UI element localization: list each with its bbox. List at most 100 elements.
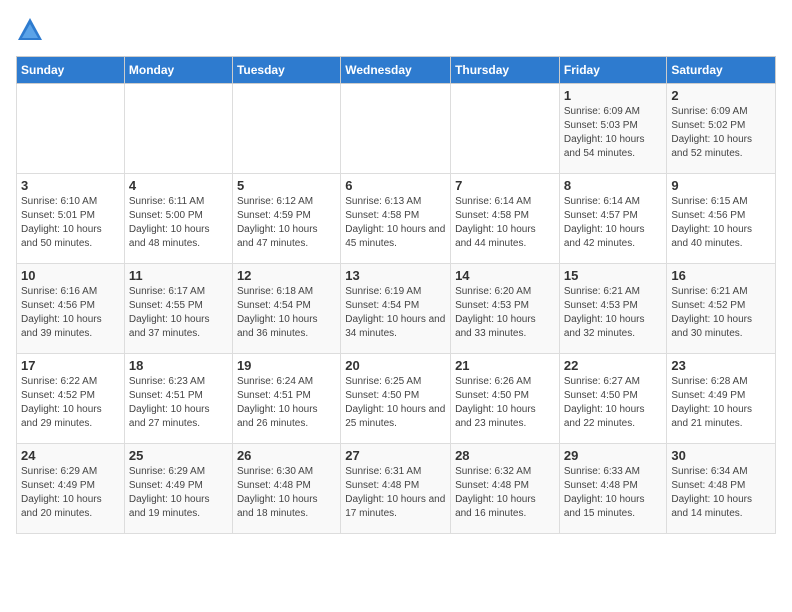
calendar-cell: 23 Sunrise: 6:28 AMSunset: 4:49 PMDayligh… xyxy=(667,354,776,444)
calendar-week-5: 24 Sunrise: 6:29 AMSunset: 4:49 PMDayligh… xyxy=(17,444,776,534)
col-header-friday: Friday xyxy=(559,57,667,84)
day-info: Sunrise: 6:31 AMSunset: 4:48 PMDaylight:… xyxy=(345,465,446,521)
day-number: 1 xyxy=(564,88,663,103)
day-info: Sunrise: 6:10 AMSunset: 5:01 PMDaylight:… xyxy=(21,195,120,251)
calendar-cell: 20 Sunrise: 6:25 AMSunset: 4:50 PMDayligh… xyxy=(341,354,451,444)
col-header-wednesday: Wednesday xyxy=(341,57,451,84)
day-number: 5 xyxy=(237,178,336,193)
day-info: Sunrise: 6:21 AMSunset: 4:52 PMDaylight:… xyxy=(671,285,771,341)
day-number: 14 xyxy=(455,268,555,283)
calendar-cell: 11 Sunrise: 6:17 AMSunset: 4:55 PMDayligh… xyxy=(124,264,232,354)
day-info: Sunrise: 6:26 AMSunset: 4:50 PMDaylight:… xyxy=(455,375,555,431)
day-info: Sunrise: 6:15 AMSunset: 4:56 PMDaylight:… xyxy=(671,195,771,251)
day-info: Sunrise: 6:29 AMSunset: 4:49 PMDaylight:… xyxy=(21,465,120,521)
day-info: Sunrise: 6:11 AMSunset: 5:00 PMDaylight:… xyxy=(129,195,228,251)
day-number: 13 xyxy=(345,268,446,283)
day-number: 9 xyxy=(671,178,771,193)
day-info: Sunrise: 6:28 AMSunset: 4:49 PMDaylight:… xyxy=(671,375,771,431)
calendar-cell: 17Sunrise: 6:22 AMSunset: 4:52 PMDayligh… xyxy=(17,354,125,444)
calendar-cell: 30Sunrise: 6:34 AMSunset: 4:48 PMDayligh… xyxy=(667,444,776,534)
day-info: Sunrise: 6:19 AMSunset: 4:54 PMDaylight:… xyxy=(345,285,446,341)
col-header-sunday: Sunday xyxy=(17,57,125,84)
day-number: 8 xyxy=(564,178,663,193)
day-info: Sunrise: 6:24 AMSunset: 4:51 PMDaylight:… xyxy=(237,375,336,431)
day-info: Sunrise: 6:22 AMSunset: 4:52 PMDaylight:… xyxy=(21,375,120,431)
calendar-cell: 8 Sunrise: 6:14 AMSunset: 4:57 PMDaylight… xyxy=(559,174,667,264)
calendar-week-1: 1 Sunrise: 6:09 AMSunset: 5:03 PMDaylight… xyxy=(17,84,776,174)
day-info: Sunrise: 6:29 AMSunset: 4:49 PMDaylight:… xyxy=(129,465,228,521)
day-info: Sunrise: 6:32 AMSunset: 4:48 PMDaylight:… xyxy=(455,465,555,521)
day-info: Sunrise: 6:23 AMSunset: 4:51 PMDaylight:… xyxy=(129,375,228,431)
day-number: 3 xyxy=(21,178,120,193)
day-number: 28 xyxy=(455,448,555,463)
calendar-cell: 18Sunrise: 6:23 AMSunset: 4:51 PMDayligh… xyxy=(124,354,232,444)
col-header-tuesday: Tuesday xyxy=(232,57,340,84)
day-info: Sunrise: 6:25 AMSunset: 4:50 PMDaylight:… xyxy=(345,375,446,431)
day-info: Sunrise: 6:09 AMSunset: 5:03 PMDaylight:… xyxy=(564,105,663,161)
calendar-cell: 15Sunrise: 6:21 AMSunset: 4:53 PMDayligh… xyxy=(559,264,667,354)
calendar-cell: 26 Sunrise: 6:30 AMSunset: 4:48 PMDayligh… xyxy=(232,444,340,534)
day-info: Sunrise: 6:20 AMSunset: 4:53 PMDaylight:… xyxy=(455,285,555,341)
day-number: 12 xyxy=(237,268,336,283)
day-number: 16 xyxy=(671,268,771,283)
calendar-cell: 19 Sunrise: 6:24 AMSunset: 4:51 PMDayligh… xyxy=(232,354,340,444)
calendar-cell: 28 Sunrise: 6:32 AMSunset: 4:48 PMDayligh… xyxy=(451,444,560,534)
day-number: 11 xyxy=(129,268,228,283)
calendar-cell: 27 Sunrise: 6:31 AMSunset: 4:48 PMDayligh… xyxy=(341,444,451,534)
day-number: 10 xyxy=(21,268,120,283)
calendar-cell: 2 Sunrise: 6:09 AMSunset: 5:02 PMDaylight… xyxy=(667,84,776,174)
col-header-monday: Monday xyxy=(124,57,232,84)
day-number: 7 xyxy=(455,178,555,193)
calendar-week-3: 10 Sunrise: 6:16 AMSunset: 4:56 PMDayligh… xyxy=(17,264,776,354)
calendar-cell: 10 Sunrise: 6:16 AMSunset: 4:56 PMDayligh… xyxy=(17,264,125,354)
day-number: 26 xyxy=(237,448,336,463)
day-number: 29 xyxy=(564,448,663,463)
day-number: 23 xyxy=(671,358,771,373)
day-number: 19 xyxy=(237,358,336,373)
day-info: Sunrise: 6:30 AMSunset: 4:48 PMDaylight:… xyxy=(237,465,336,521)
day-number: 2 xyxy=(671,88,771,103)
logo-icon xyxy=(16,16,44,44)
calendar-cell xyxy=(17,84,125,174)
col-header-thursday: Thursday xyxy=(451,57,560,84)
calendar-cell: 1 Sunrise: 6:09 AMSunset: 5:03 PMDaylight… xyxy=(559,84,667,174)
day-info: Sunrise: 6:12 AMSunset: 4:59 PMDaylight:… xyxy=(237,195,336,251)
day-number: 6 xyxy=(345,178,446,193)
day-number: 27 xyxy=(345,448,446,463)
calendar-cell: 29 Sunrise: 6:33 AMSunset: 4:48 PMDayligh… xyxy=(559,444,667,534)
calendar-table: SundayMondayTuesdayWednesdayThursdayFrid… xyxy=(16,56,776,534)
calendar-cell xyxy=(124,84,232,174)
day-number: 24 xyxy=(21,448,120,463)
day-number: 15 xyxy=(564,268,663,283)
day-info: Sunrise: 6:18 AMSunset: 4:54 PMDaylight:… xyxy=(237,285,336,341)
day-info: Sunrise: 6:17 AMSunset: 4:55 PMDaylight:… xyxy=(129,285,228,341)
calendar-cell: 21 Sunrise: 6:26 AMSunset: 4:50 PMDayligh… xyxy=(451,354,560,444)
col-header-saturday: Saturday xyxy=(667,57,776,84)
calendar-cell: 14 Sunrise: 6:20 AMSunset: 4:53 PMDayligh… xyxy=(451,264,560,354)
calendar-cell: 22Sunrise: 6:27 AMSunset: 4:50 PMDayligh… xyxy=(559,354,667,444)
calendar-cell: 12 Sunrise: 6:18 AMSunset: 4:54 PMDayligh… xyxy=(232,264,340,354)
day-number: 21 xyxy=(455,358,555,373)
day-info: Sunrise: 6:14 AMSunset: 4:57 PMDaylight:… xyxy=(564,195,663,251)
header-row: SundayMondayTuesdayWednesdayThursdayFrid… xyxy=(17,57,776,84)
calendar-cell: 9 Sunrise: 6:15 AMSunset: 4:56 PMDaylight… xyxy=(667,174,776,264)
day-info: Sunrise: 6:14 AMSunset: 4:58 PMDaylight:… xyxy=(455,195,555,251)
calendar-week-4: 17Sunrise: 6:22 AMSunset: 4:52 PMDayligh… xyxy=(17,354,776,444)
day-info: Sunrise: 6:16 AMSunset: 4:56 PMDaylight:… xyxy=(21,285,120,341)
calendar-cell: 6Sunrise: 6:13 AMSunset: 4:58 PMDaylight… xyxy=(341,174,451,264)
calendar-cell xyxy=(451,84,560,174)
day-info: Sunrise: 6:09 AMSunset: 5:02 PMDaylight:… xyxy=(671,105,771,161)
day-number: 20 xyxy=(345,358,446,373)
calendar-cell xyxy=(232,84,340,174)
calendar-cell: 3 Sunrise: 6:10 AMSunset: 5:01 PMDaylight… xyxy=(17,174,125,264)
day-info: Sunrise: 6:33 AMSunset: 4:48 PMDaylight:… xyxy=(564,465,663,521)
calendar-cell: 7 Sunrise: 6:14 AMSunset: 4:58 PMDaylight… xyxy=(451,174,560,264)
calendar-cell: 16 Sunrise: 6:21 AMSunset: 4:52 PMDayligh… xyxy=(667,264,776,354)
calendar-cell: 25Sunrise: 6:29 AMSunset: 4:49 PMDayligh… xyxy=(124,444,232,534)
day-number: 22 xyxy=(564,358,663,373)
calendar-cell: 4Sunrise: 6:11 AMSunset: 5:00 PMDaylight… xyxy=(124,174,232,264)
calendar-week-2: 3 Sunrise: 6:10 AMSunset: 5:01 PMDaylight… xyxy=(17,174,776,264)
calendar-cell: 24 Sunrise: 6:29 AMSunset: 4:49 PMDayligh… xyxy=(17,444,125,534)
calendar-cell: 13 Sunrise: 6:19 AMSunset: 4:54 PMDayligh… xyxy=(341,264,451,354)
logo xyxy=(16,16,48,44)
